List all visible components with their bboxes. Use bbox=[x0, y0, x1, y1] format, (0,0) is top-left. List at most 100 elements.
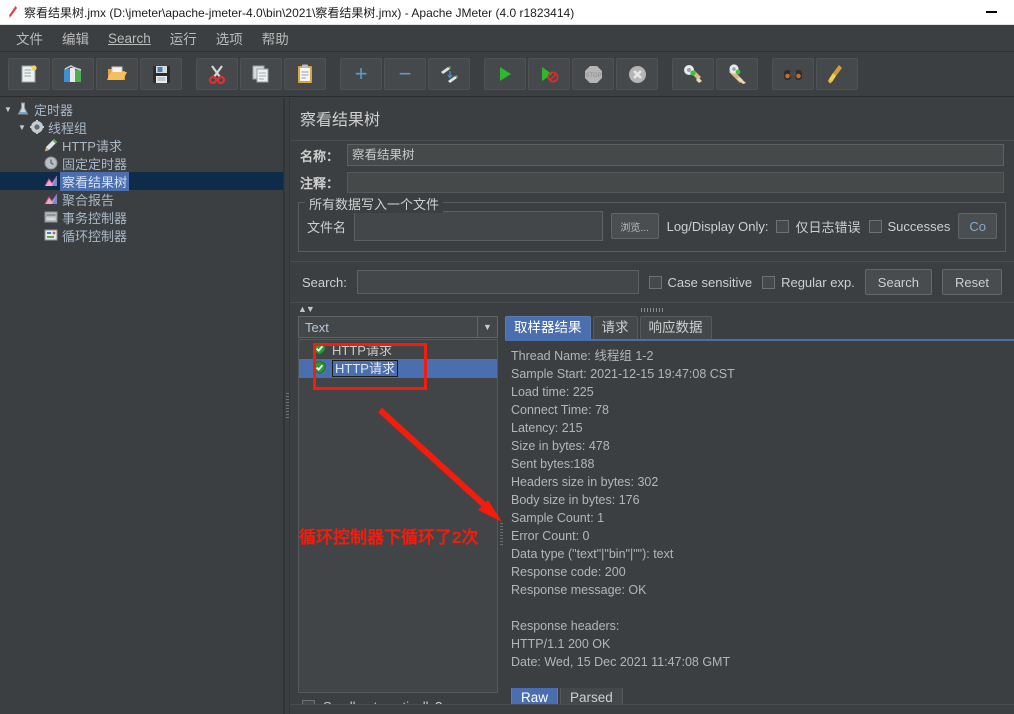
jmeter-window: 察看结果树.jmx (D:\jmeter\apache-jmeter-4.0\b… bbox=[0, 0, 1014, 714]
response-line: Size in bytes: 478 bbox=[511, 439, 610, 453]
tree-item-http-request[interactable]: HTTP请求 bbox=[0, 136, 283, 154]
collapse-arrows-icon[interactable]: ▲▼ bbox=[298, 304, 315, 314]
regular-exp-checkbox[interactable] bbox=[762, 275, 776, 289]
main-body: ▼ 定时器 ▼ 线程组 HTTP请求 固定定时器 察看结果树 聚合报告 事务控制… bbox=[0, 98, 1014, 714]
test-plan-tree[interactable]: ▼ 定时器 ▼ 线程组 HTTP请求 固定定时器 察看结果树 聚合报告 事务控制… bbox=[0, 98, 284, 714]
expand-twisty-icon[interactable]: ▼ bbox=[2, 105, 14, 114]
start-button[interactable] bbox=[484, 58, 526, 90]
menu-run[interactable]: 运行 bbox=[162, 25, 205, 51]
tree-item-test-plan[interactable]: ▼ 定时器 bbox=[0, 100, 283, 118]
templates-button[interactable] bbox=[52, 58, 94, 90]
menu-search[interactable]: Search bbox=[100, 28, 159, 49]
tree-item-constant-timer[interactable]: 固定定时器 bbox=[0, 154, 283, 172]
clear-button[interactable] bbox=[672, 58, 714, 90]
browse-button[interactable]: 浏览... bbox=[610, 213, 659, 239]
stop-button[interactable]: STOP bbox=[572, 58, 614, 90]
search-input[interactable] bbox=[356, 270, 639, 294]
search-button[interactable]: Search bbox=[864, 269, 932, 295]
save-button[interactable] bbox=[140, 58, 182, 90]
collapse-all-button[interactable]: − bbox=[384, 58, 426, 90]
start-no-pauses-button[interactable] bbox=[528, 58, 570, 90]
response-line: Connect Time: 78 bbox=[511, 403, 609, 417]
search-label: Search: bbox=[302, 274, 347, 290]
tree-item-label: 事务控制器 bbox=[62, 210, 128, 226]
response-line: Load time: 225 bbox=[511, 385, 594, 399]
minimize-button[interactable] bbox=[968, 0, 1014, 25]
green-play-icon bbox=[500, 67, 511, 81]
tab-request[interactable]: 请求 bbox=[592, 316, 638, 339]
successes-checkbox-wrap[interactable]: Successes bbox=[868, 219, 950, 234]
horizontal-splitter[interactable]: ▲▼ bbox=[290, 302, 1014, 316]
search-toolbar-button[interactable] bbox=[772, 58, 814, 90]
successes-checkbox[interactable] bbox=[868, 219, 882, 233]
new-document-icon bbox=[21, 65, 37, 83]
results-left-pane: Text ▼ HTTP请求 HTTP请求 bbox=[298, 316, 498, 714]
errors-only-checkbox[interactable] bbox=[776, 219, 790, 233]
toggle-button[interactable] bbox=[428, 58, 470, 90]
expand-twisty-icon[interactable]: ▼ bbox=[16, 123, 28, 132]
clear-all-button[interactable] bbox=[716, 58, 758, 90]
expand-all-button[interactable]: + bbox=[340, 58, 382, 90]
menu-file[interactable]: 文件 bbox=[8, 25, 51, 51]
errors-only-checkbox-wrap[interactable]: 仅日志错误 bbox=[776, 217, 861, 236]
case-sensitive-checkbox-wrap[interactable]: Case sensitive bbox=[648, 275, 752, 290]
comment-input[interactable] bbox=[347, 172, 1004, 193]
response-line: Sample Start: 2021-12-15 19:47:08 CST bbox=[511, 367, 735, 381]
loop-controller-icon bbox=[42, 227, 60, 243]
configure-button[interactable]: Co bbox=[958, 213, 997, 239]
reset-search-button[interactable] bbox=[816, 58, 858, 90]
name-input[interactable]: 察看结果树 bbox=[347, 144, 1004, 166]
tree-item-label: 循环控制器 bbox=[62, 228, 128, 244]
tree-item-transaction-controller[interactable]: 事务控制器 bbox=[0, 208, 283, 226]
splitter-grip-icon bbox=[641, 308, 663, 312]
thread-group-gear-icon bbox=[28, 119, 46, 135]
tab-sampler-result[interactable]: 取样器结果 bbox=[505, 316, 591, 339]
title-bar: 察看结果树.jmx (D:\jmeter\apache-jmeter-4.0\b… bbox=[0, 0, 1014, 25]
renderer-select[interactable]: Text ▼ bbox=[298, 316, 498, 338]
results-tree-list[interactable]: HTTP请求 HTTP请求 bbox=[298, 339, 498, 693]
new-button[interactable] bbox=[8, 58, 50, 90]
toggle-pencils-icon bbox=[441, 66, 458, 83]
copy-pages-icon bbox=[252, 65, 269, 83]
case-sensitive-checkbox[interactable] bbox=[648, 275, 662, 289]
tree-item-label: 聚合报告 bbox=[62, 192, 115, 208]
view-results-tree-panel: 察看结果树 名称： 察看结果树 注释： 所有数据写入一个文件 文件名 浏览...… bbox=[290, 98, 1014, 714]
response-line: Response headers: bbox=[511, 619, 620, 633]
templates-books-icon bbox=[64, 65, 82, 82]
response-line: Body size in bytes: 176 bbox=[511, 493, 640, 507]
tree-item-view-results-tree[interactable]: 察看结果树 bbox=[0, 171, 283, 191]
open-button[interactable] bbox=[96, 58, 138, 90]
results-splitter[interactable] bbox=[498, 316, 505, 714]
menu-help[interactable]: 帮助 bbox=[254, 25, 297, 51]
menu-edit[interactable]: 编辑 bbox=[54, 25, 97, 51]
chevron-down-icon[interactable]: ▼ bbox=[477, 317, 497, 337]
menu-options[interactable]: 选项 bbox=[208, 25, 251, 51]
tab-response-data[interactable]: 响应数据 bbox=[639, 316, 712, 339]
sampler-result-content[interactable]: Thread Name: 线程组 1-2 Sample Start: 2021-… bbox=[505, 339, 1014, 688]
success-shield-icon bbox=[313, 360, 326, 377]
regular-exp-label: Regular exp. bbox=[781, 274, 855, 290]
regular-exp-checkbox-wrap[interactable]: Regular exp. bbox=[762, 275, 855, 290]
errors-only-label: 仅日志错误 bbox=[795, 219, 861, 235]
result-item[interactable]: HTTP请求 bbox=[299, 340, 497, 359]
result-item-label: HTTP请求 bbox=[332, 343, 392, 358]
tree-item-loop-controller[interactable]: 循环控制器 bbox=[0, 226, 283, 244]
tree-item-label: 固定定时器 bbox=[62, 156, 128, 172]
response-line: Error Count: 0 bbox=[511, 529, 590, 543]
jmeter-feather-icon bbox=[0, 0, 24, 25]
tree-item-aggregate-report[interactable]: 聚合报告 bbox=[0, 190, 283, 208]
reset-button[interactable]: Reset bbox=[942, 269, 1002, 295]
name-label: 名称： bbox=[300, 148, 340, 164]
filename-input[interactable] bbox=[354, 211, 603, 241]
result-item[interactable]: HTTP请求 bbox=[299, 359, 497, 378]
clipboard-icon bbox=[298, 64, 312, 83]
tree-item-thread-group[interactable]: ▼ 线程组 bbox=[0, 118, 283, 136]
toolbar: + − STOP bbox=[0, 52, 1014, 97]
shutdown-button[interactable] bbox=[616, 58, 658, 90]
paste-button[interactable] bbox=[284, 58, 326, 90]
aggregate-report-icon bbox=[42, 191, 60, 207]
cut-button[interactable] bbox=[196, 58, 238, 90]
open-folder-icon bbox=[107, 66, 127, 80]
copy-button[interactable] bbox=[240, 58, 282, 90]
window-title: 察看结果树.jmx (D:\jmeter\apache-jmeter-4.0\b… bbox=[24, 5, 575, 20]
